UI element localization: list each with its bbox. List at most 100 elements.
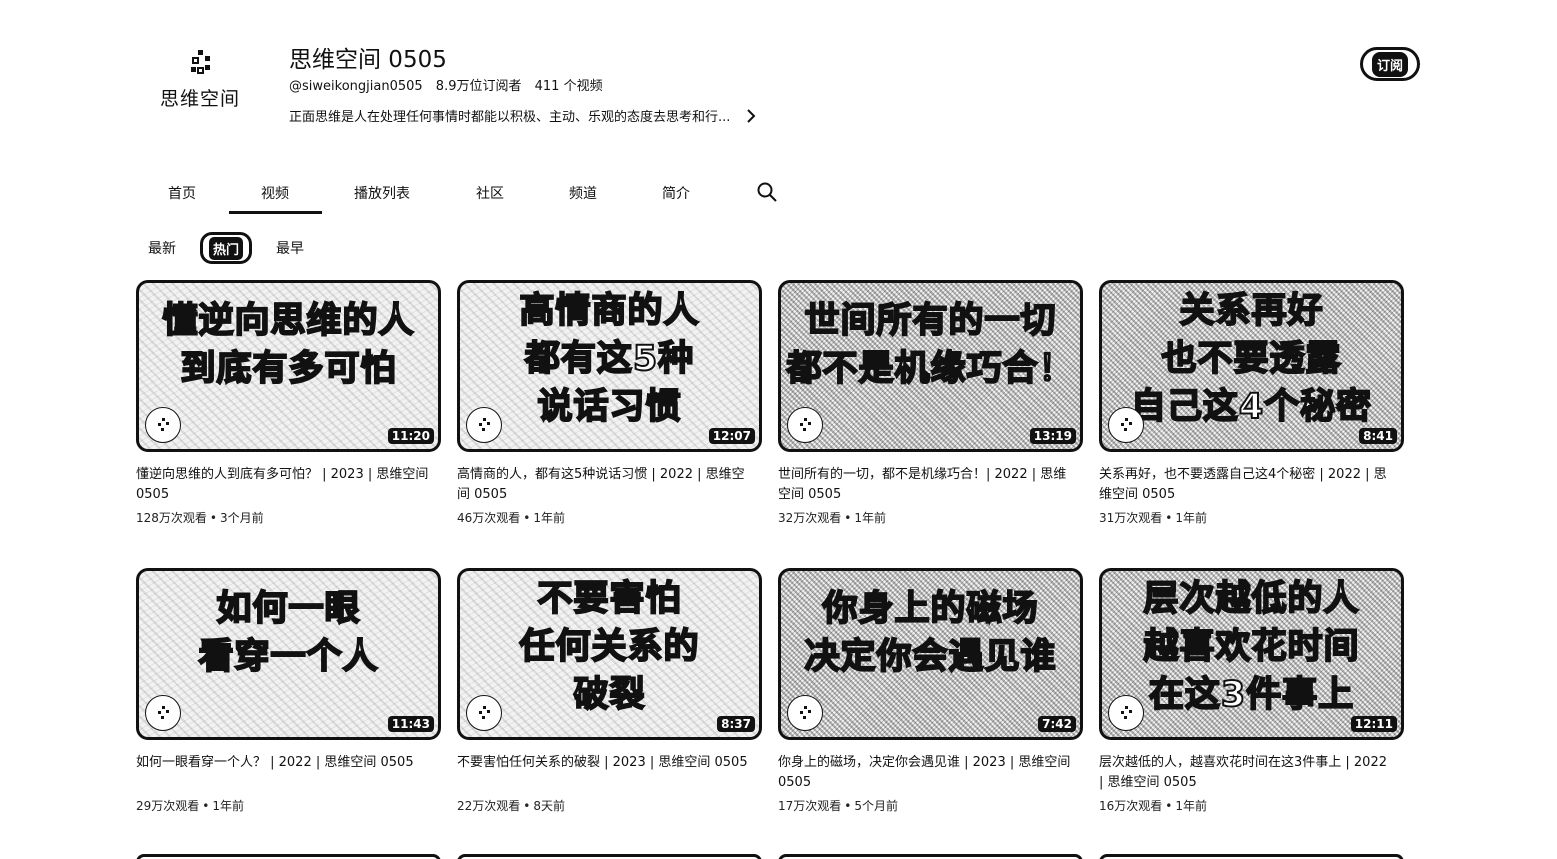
video-title[interactable]: 不要害怕任何关系的破裂 | 2023 | 思维空间 0505 <box>457 753 762 793</box>
channel-watermark-icon <box>145 695 181 731</box>
video-title[interactable]: 层次越低的人，越喜欢花时间在这3件事上 | 2022 | 思维空间 0505 <box>1099 753 1404 793</box>
channel-handle: @siweikongjian0505 <box>289 79 423 94</box>
subscriber-count: 8.9万位订阅者 <box>435 79 522 94</box>
video-duration: 13:19 <box>1029 428 1076 444</box>
channel-watermark-icon <box>1108 695 1144 731</box>
video-title[interactable]: 关系再好，也不要透露自己这4个秘密 | 2022 | 思维空间 0505 <box>1099 465 1404 505</box>
video-card[interactable]: 关系再好 也不要透露 自己这4个秘密 8:41 关系再好，也不要透露自己这4个秘密 | … <box>1099 280 1404 526</box>
meta-separator: • <box>523 799 531 813</box>
view-count: 16万次观看 <box>1099 799 1163 813</box>
thumbnail-caption-line: 你身上的磁场 <box>821 588 1039 630</box>
thumbnail-caption-line: 到底有多可怕 <box>179 348 397 390</box>
video-meta: 31万次观看 • 1年前 <box>1099 509 1404 526</box>
video-card[interactable]: 高情商的人 都有这5种 说话习惯 12:07 高情商的人，都有这5种说话习惯 | 202… <box>457 280 762 526</box>
search-icon[interactable] <box>756 181 778 203</box>
video-thumbnail[interactable]: 高情商的人 都有这5种 说话习惯 12:07 <box>457 280 762 452</box>
video-meta: 17万次观看 • 5个月前 <box>778 797 1083 814</box>
chevron-right-icon[interactable] <box>744 108 758 123</box>
view-count: 46万次观看 <box>457 511 521 525</box>
video-duration: 8:41 <box>1359 428 1397 444</box>
video-card[interactable]: 如何一眼 看穿一个人 11:43 如何一眼看穿一个人？ | 2022 | 思维空间 0… <box>136 568 441 814</box>
video-meta: 46万次观看 • 1年前 <box>457 509 762 526</box>
thumbnail-caption-line: 关系再好 <box>1178 290 1324 332</box>
channel-description[interactable]: 正面思维是人在处理任何事情时都能以积极、主动、乐观的态度去思考和行... <box>289 106 758 125</box>
sort-latest-chip[interactable]: 最新 <box>148 238 176 258</box>
video-title[interactable]: 你身上的磁场，决定你会遇见谁 | 2023 | 思维空间 0505 <box>778 753 1083 793</box>
tab-community[interactable]: 社区 <box>444 183 536 203</box>
video-card-peek[interactable] <box>457 854 762 859</box>
video-title[interactable]: 懂逆向思维的人到底有多可怕？ | 2023 | 思维空间 0505 <box>136 465 441 505</box>
video-meta: 32万次观看 • 1年前 <box>778 509 1083 526</box>
video-thumbnail[interactable]: 你身上的磁场 决定你会遇见谁 7:42 <box>778 568 1083 740</box>
channel-logo-text: 思维空间 <box>159 88 240 110</box>
channel-title: 思维空间 0505 <box>289 47 447 73</box>
video-card[interactable]: 世间所有的一切 都不是机缘巧合！ 13:19 世间所有的一切，都不是机缘巧合！| 20… <box>778 280 1083 526</box>
thumbnail-caption-line: 决定你会遇见谁 <box>803 636 1057 678</box>
video-duration: 7:42 <box>1038 716 1076 732</box>
video-card[interactable]: 层次越低的人 越喜欢花时间 在这3件事上 12:11 层次越低的人，越喜欢花时间在这3件… <box>1099 568 1404 814</box>
thumbnail-caption-line: 都不是机缘巧合！ <box>785 348 1075 390</box>
upload-age: 1年前 <box>533 511 565 525</box>
video-duration: 12:11 <box>1350 716 1397 732</box>
thumbnail-caption-line: 都有这5种 <box>524 338 695 380</box>
meta-separator: • <box>523 511 531 525</box>
thumbnail-caption-line: 世间所有的一切 <box>803 300 1057 342</box>
sort-popular-chip[interactable]: 热门 <box>200 232 252 264</box>
view-count: 22万次观看 <box>457 799 521 813</box>
thumbnail-caption-line: 任何关系的 <box>518 626 700 668</box>
video-meta: 16万次观看 • 1年前 <box>1099 797 1404 814</box>
video-thumbnail[interactable]: 不要害怕 任何关系的 破裂 8:37 <box>457 568 762 740</box>
video-card-peek[interactable] <box>1099 854 1404 859</box>
sort-popular-label: 热门 <box>208 236 243 260</box>
channel-watermark-icon <box>466 407 502 443</box>
video-meta: 128万次观看 • 3个月前 <box>136 509 441 526</box>
video-duration: 8:37 <box>717 716 755 732</box>
tab-home[interactable]: 首页 <box>136 183 228 203</box>
tab-playlists[interactable]: 播放列表 <box>336 183 428 203</box>
thumbnail-caption: 你身上的磁场 决定你会遇见谁 <box>781 585 1080 681</box>
thumbnail-caption-line: 高情商的人 <box>518 290 700 332</box>
video-thumbnail[interactable]: 世间所有的一切 都不是机缘巧合！ 13:19 <box>778 280 1083 452</box>
video-title[interactable]: 如何一眼看穿一个人？ | 2022 | 思维空间 0505 <box>136 753 441 793</box>
view-count: 31万次观看 <box>1099 511 1163 525</box>
channel-avatar[interactable]: 思维空间 <box>150 48 250 118</box>
subscribe-button[interactable]: 订阅 <box>1360 47 1420 81</box>
video-duration: 11:43 <box>387 716 434 732</box>
tab-videos[interactable]: 视频 <box>229 183 321 203</box>
video-card[interactable]: 不要害怕 任何关系的 破裂 8:37 不要害怕任何关系的破裂 | 2023 | 思维空间… <box>457 568 762 814</box>
tab-channels[interactable]: 频道 <box>537 183 629 203</box>
video-thumbnail[interactable]: 层次越低的人 越喜欢花时间 在这3件事上 12:11 <box>1099 568 1404 740</box>
video-card-peek[interactable] <box>136 854 441 859</box>
video-card-peek[interactable] <box>778 854 1083 859</box>
video-thumbnail[interactable]: 关系再好 也不要透露 自己这4个秘密 8:41 <box>1099 280 1404 452</box>
video-meta: 29万次观看 • 1年前 <box>136 797 441 814</box>
video-meta: 22万次观看 • 8天前 <box>457 797 762 814</box>
video-duration: 11:20 <box>387 428 434 444</box>
channel-watermark-icon <box>787 695 823 731</box>
channel-watermark-icon <box>787 407 823 443</box>
view-count: 29万次观看 <box>136 799 200 813</box>
thumbnail-caption-line: 如何一眼 <box>215 588 361 630</box>
view-count: 128万次观看 <box>136 511 207 525</box>
thumbnail-caption-line: 越喜欢花时间 <box>1142 626 1360 668</box>
video-title[interactable]: 高情商的人，都有这5种说话习惯 | 2022 | 思维空间 0505 <box>457 465 762 505</box>
active-tab-indicator <box>229 211 322 214</box>
channel-logo-icon <box>191 50 210 74</box>
thumbnail-caption: 世间所有的一切 都不是机缘巧合！ <box>781 297 1080 393</box>
video-card[interactable]: 懂逆向思维的人 到底有多可怕 11:20 懂逆向思维的人到底有多可怕？ | 2023 … <box>136 280 441 526</box>
channel-watermark-icon <box>145 407 181 443</box>
video-title[interactable]: 世间所有的一切，都不是机缘巧合！| 2022 | 思维空间 0505 <box>778 465 1083 505</box>
meta-separator: • <box>209 511 217 525</box>
video-thumbnail[interactable]: 如何一眼 看穿一个人 11:43 <box>136 568 441 740</box>
video-thumbnail[interactable]: 懂逆向思维的人 到底有多可怕 11:20 <box>136 280 441 452</box>
thumbnail-caption: 关系再好 也不要透露 自己这4个秘密 <box>1102 287 1401 431</box>
tab-about[interactable]: 简介 <box>630 183 722 203</box>
video-card[interactable]: 你身上的磁场 决定你会遇见谁 7:42 你身上的磁场，决定你会遇见谁 | 2023 |… <box>778 568 1083 814</box>
meta-separator: • <box>844 799 852 813</box>
sort-oldest-chip[interactable]: 最早 <box>276 238 304 258</box>
thumbnail-caption: 如何一眼 看穿一个人 <box>139 585 438 681</box>
thumbnail-caption-line: 自己这4个秘密 <box>1130 386 1373 428</box>
channel-watermark-icon <box>1108 407 1144 443</box>
meta-separator: • <box>202 799 210 813</box>
upload-age: 8天前 <box>533 799 565 813</box>
